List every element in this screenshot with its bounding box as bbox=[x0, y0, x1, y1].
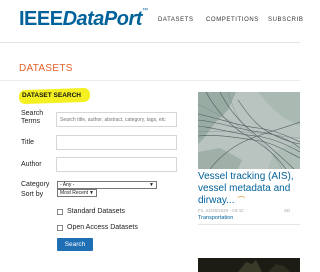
dataset-category-tag[interactable]: Transportation bbox=[198, 215, 233, 221]
sort-select[interactable]: Most Recent ▼ bbox=[57, 189, 97, 197]
title-label: Title bbox=[21, 139, 34, 146]
search-terms-input[interactable] bbox=[56, 112, 177, 127]
nav-competitions[interactable]: COMPETITIONS bbox=[206, 17, 259, 23]
logo-trademark: ™ bbox=[141, 8, 148, 14]
sort-value: Most Recent bbox=[60, 190, 89, 196]
category-label: Category bbox=[21, 181, 50, 188]
logo-dataport: DataPort bbox=[62, 8, 143, 30]
dataset-title-link[interactable]: Vessel tracking (AIS), vessel metadata a… bbox=[198, 171, 300, 207]
header-divider bbox=[0, 42, 300, 43]
dataset-meta-right: SD bbox=[284, 208, 291, 213]
nav-subscribe[interactable]: SUBSCRIB bbox=[268, 17, 303, 23]
nav-datasets[interactable]: DATASETS bbox=[158, 17, 194, 23]
category-value: - Any - bbox=[60, 182, 75, 188]
standard-datasets-label: Standard Datasets bbox=[67, 208, 125, 215]
author-input[interactable] bbox=[56, 157, 177, 172]
top-bar: IEEEDataPort™ DATASETS COMPETITIONS SUBS… bbox=[0, 0, 303, 42]
search-terms-label: Search Terms bbox=[21, 110, 44, 125]
search-heading-highlight: DATASET SEARCH bbox=[18, 87, 91, 105]
dataset-thumbnail-map[interactable] bbox=[198, 92, 300, 169]
logo-ieee: IEEE bbox=[19, 8, 63, 30]
card-divider bbox=[198, 224, 300, 225]
sort-label: Sort by bbox=[21, 191, 44, 198]
title-input[interactable] bbox=[56, 135, 177, 150]
map-image bbox=[198, 92, 300, 169]
lock-icon: ⌒ bbox=[237, 196, 246, 205]
chevron-down-icon: ▼ bbox=[149, 182, 154, 188]
ieee-dataport-logo[interactable]: IEEEDataPort™ bbox=[19, 8, 148, 31]
page-title: DATASETS bbox=[19, 63, 73, 74]
next-dataset-thumbnail[interactable] bbox=[198, 258, 300, 272]
standard-datasets-checkbox[interactable] bbox=[57, 209, 63, 215]
open-access-checkbox[interactable] bbox=[57, 225, 63, 231]
category-select[interactable]: - Any - ▼ bbox=[57, 181, 157, 189]
dark-image bbox=[198, 258, 300, 272]
dataset-title: Vessel tracking (AIS), vessel metadata a… bbox=[198, 171, 294, 206]
search-button[interactable]: Search bbox=[57, 238, 93, 251]
chevron-down-icon: ▼ bbox=[89, 190, 94, 196]
dataset-date: Fri, 02/28/2020 - 03:42 bbox=[198, 208, 244, 213]
title-divider bbox=[0, 80, 300, 81]
open-access-label: Open Access Datasets bbox=[67, 224, 138, 231]
search-heading: DATASET SEARCH bbox=[21, 92, 81, 100]
author-label: Author bbox=[21, 161, 42, 168]
